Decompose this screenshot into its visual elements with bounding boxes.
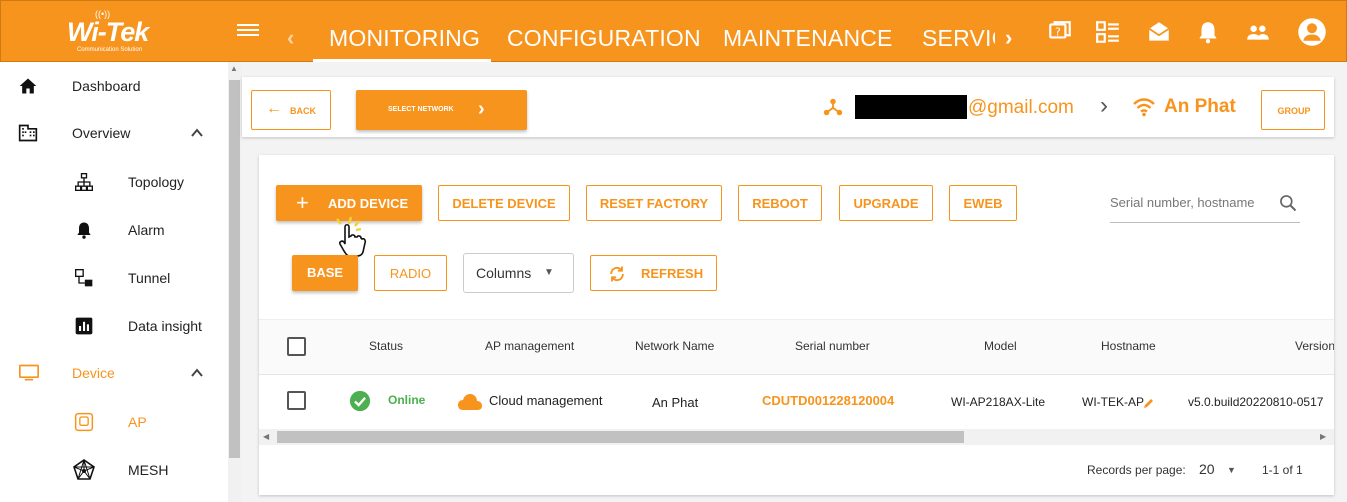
scroll-left-arrow-icon[interactable]: ◀ xyxy=(263,432,269,441)
topology-icon xyxy=(75,173,93,191)
eweb-button[interactable]: EWEB xyxy=(949,185,1017,221)
network-name[interactable]: An Phat xyxy=(1164,96,1236,118)
table-scrollbar[interactable]: ◀ ▶ xyxy=(259,429,1334,445)
version-value: v5.0.build20220810-0517 xyxy=(1188,395,1324,409)
svg-text:?: ? xyxy=(1055,25,1061,38)
sidebar-item-device[interactable]: Device xyxy=(0,353,228,393)
header-ap-management[interactable]: AP management xyxy=(485,339,574,353)
chevron-right-icon: › xyxy=(478,98,485,120)
sidebar-item-ap[interactable]: AP xyxy=(0,402,228,442)
base-tab-button[interactable]: BASE xyxy=(292,255,358,291)
mesh-icon xyxy=(73,459,95,480)
wifi-icon xyxy=(1133,98,1155,117)
tunnel-icon xyxy=(75,269,93,287)
records-per-page-label: Records per page: xyxy=(1087,463,1186,477)
redacted-email xyxy=(855,95,967,119)
sidebar-item-overview[interactable]: Overview xyxy=(0,113,228,153)
dashboard-list-icon[interactable] xyxy=(1095,19,1121,45)
reboot-button[interactable]: REBOOT xyxy=(738,185,822,221)
refresh-button[interactable]: REFRESH xyxy=(590,255,717,291)
monitor-icon xyxy=(19,364,39,381)
top-bar: ((•)) Wi-Tek Communication Solution ‹ MO… xyxy=(0,0,1347,62)
home-icon xyxy=(19,78,37,94)
tab-configuration[interactable]: CONFIGURATION xyxy=(507,25,701,52)
header-serial-number[interactable]: Serial number xyxy=(795,339,870,353)
table-row[interactable]: Online Cloud management An Phat CDUTD001… xyxy=(259,375,1334,429)
tab-maintenance[interactable]: MAINTENANCE xyxy=(723,25,893,52)
upgrade-button[interactable]: UPGRADE xyxy=(839,185,933,221)
nav-prev-icon[interactable]: ‹ xyxy=(287,25,294,51)
edit-pencil-icon[interactable] xyxy=(1143,397,1155,409)
alarm-bell-icon xyxy=(77,222,91,239)
status-badge: Online xyxy=(388,393,426,407)
search-field[interactable]: Serial number, hostname xyxy=(1110,185,1300,223)
tab-service[interactable]: SERVICE xyxy=(922,25,995,52)
columns-select[interactable]: Columns ▼ xyxy=(463,253,574,293)
per-page-select[interactable]: 20 xyxy=(1199,461,1215,477)
sidebar-scroll-thumb[interactable] xyxy=(229,80,240,458)
sidebar-item-dashboard[interactable]: Dashboard xyxy=(0,66,228,106)
mail-icon[interactable] xyxy=(1146,19,1172,45)
menu-icon[interactable] xyxy=(237,21,259,41)
online-check-icon xyxy=(349,390,371,412)
scroll-up-arrow-icon[interactable]: ▲ xyxy=(230,64,238,73)
reset-factory-button[interactable]: RESET FACTORY xyxy=(586,185,722,221)
dropdown-arrow-icon: ▼ xyxy=(544,267,554,278)
building-icon xyxy=(18,124,38,142)
witek-logo[interactable]: ((•)) Wi-Tek Communication Solution xyxy=(67,9,167,55)
ap-management-value: Cloud management xyxy=(489,393,603,408)
scroll-right-arrow-icon[interactable]: ▶ xyxy=(1320,432,1326,441)
sidebar-item-data-insight[interactable]: Data insight xyxy=(0,306,228,346)
sidebar-item-topology[interactable]: Topology xyxy=(0,162,228,202)
bell-icon[interactable] xyxy=(1195,19,1221,45)
serial-number-link[interactable]: CDUTD001228120004 xyxy=(762,393,894,408)
hand-cursor-icon xyxy=(336,216,367,257)
bar-chart-icon xyxy=(75,317,93,335)
table-scroll-thumb[interactable] xyxy=(277,431,964,443)
breadcrumb-chevron-icon: › xyxy=(1100,92,1108,119)
header-hostname[interactable]: Hostname xyxy=(1101,339,1156,353)
tab-monitoring[interactable]: MONITORING xyxy=(329,25,480,52)
pagination-range: 1-1 of 1 xyxy=(1262,463,1303,477)
per-page-dropdown-icon[interactable]: ▼ xyxy=(1227,465,1236,475)
nav-next-icon[interactable]: › xyxy=(1005,25,1012,51)
account-email[interactable]: @gmail.com xyxy=(968,97,1074,119)
network-hub-icon xyxy=(823,98,843,116)
access-point-icon xyxy=(74,412,94,432)
network-name-value: An Phat xyxy=(652,395,699,410)
sidebar-item-alarm[interactable]: Alarm xyxy=(0,210,228,250)
refresh-icon xyxy=(610,266,624,282)
cloud-icon xyxy=(458,394,482,410)
group-button[interactable]: GROUP xyxy=(1261,90,1325,130)
row-checkbox[interactable] xyxy=(287,391,306,410)
chevron-up-icon[interactable] xyxy=(190,126,204,140)
header-model[interactable]: Model xyxy=(984,339,1017,353)
radio-tab-button[interactable]: RADIO xyxy=(374,255,447,291)
account-icon[interactable] xyxy=(1297,17,1327,47)
model-value: WI-AP218AX-Lite xyxy=(951,395,1046,409)
search-icon[interactable] xyxy=(1278,193,1298,213)
header-version[interactable]: Version xyxy=(1295,339,1334,353)
hostname-value: WI-TEK-AP xyxy=(1082,395,1144,409)
delete-device-button[interactable]: DELETE DEVICE xyxy=(438,185,570,221)
people-icon[interactable] xyxy=(1245,19,1271,45)
sidebar-item-tunnel[interactable]: Tunnel xyxy=(0,258,228,298)
header-status[interactable]: Status xyxy=(369,339,403,353)
arrow-left-icon: ← xyxy=(266,100,282,117)
sidebar: Dashboard Overview Topology Alarm Tunnel… xyxy=(0,62,242,502)
chevron-up-icon[interactable] xyxy=(190,366,204,380)
device-card: + ADD DEVICE DELETE DEVICE RESET FACTORY… xyxy=(259,155,1334,495)
help-chat-icon[interactable]: ? xyxy=(1047,19,1073,45)
back-button[interactable]: ← BACK xyxy=(251,90,331,130)
active-tab-indicator xyxy=(313,59,491,62)
select-all-checkbox[interactable] xyxy=(287,337,306,356)
plus-icon: + xyxy=(296,190,309,215)
header-network-name[interactable]: Network Name xyxy=(635,339,714,353)
sidebar-item-mesh[interactable]: MESH xyxy=(0,450,228,490)
select-network-button[interactable]: SELECT NETWORK › xyxy=(356,90,527,130)
